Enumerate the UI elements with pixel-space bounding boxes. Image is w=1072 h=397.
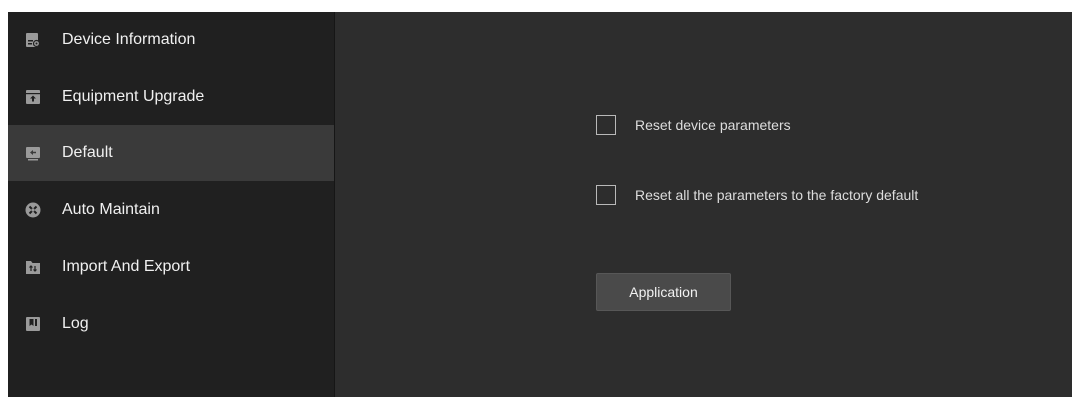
import-export-icon bbox=[25, 259, 41, 275]
reset-factory-default-checkbox[interactable] bbox=[596, 185, 616, 205]
sidebar-item-label: Device Information bbox=[62, 31, 196, 48]
sidebar: Device Information Equipment Upgrade Def… bbox=[8, 12, 335, 397]
reset-device-parameters-label: Reset device parameters bbox=[635, 117, 791, 133]
upgrade-icon bbox=[25, 89, 41, 105]
sidebar-item-equipment-upgrade[interactable]: Equipment Upgrade bbox=[8, 69, 334, 125]
sidebar-item-label: Equipment Upgrade bbox=[62, 88, 205, 105]
reset-factory-default-label: Reset all the parameters to the factory … bbox=[635, 187, 919, 203]
wrench-icon bbox=[25, 202, 41, 218]
sidebar-item-device-information[interactable]: Device Information bbox=[8, 12, 334, 68]
sidebar-item-label: Default bbox=[62, 144, 113, 161]
sidebar-item-label: Log bbox=[62, 315, 89, 332]
reset-device-parameters-checkbox[interactable] bbox=[596, 115, 616, 135]
settings-panel: Device Information Equipment Upgrade Def… bbox=[8, 12, 1072, 397]
reset-device-parameters-option[interactable]: Reset device parameters bbox=[596, 115, 791, 135]
sidebar-item-label: Auto Maintain bbox=[62, 201, 160, 218]
sidebar-item-import-and-export[interactable]: Import And Export bbox=[8, 239, 334, 295]
default-settings-content: Reset device parameters Reset all the pa… bbox=[335, 12, 1072, 397]
sidebar-item-auto-maintain[interactable]: Auto Maintain bbox=[8, 182, 334, 238]
sidebar-item-default[interactable]: Default bbox=[8, 125, 334, 181]
default-icon bbox=[25, 145, 41, 161]
sidebar-item-label: Import And Export bbox=[62, 258, 191, 275]
sidebar-item-log[interactable]: Log bbox=[8, 296, 334, 352]
device-info-icon bbox=[25, 32, 41, 48]
log-icon bbox=[25, 316, 41, 332]
reset-factory-default-option[interactable]: Reset all the parameters to the factory … bbox=[596, 185, 918, 205]
application-button[interactable]: Application bbox=[596, 273, 731, 311]
